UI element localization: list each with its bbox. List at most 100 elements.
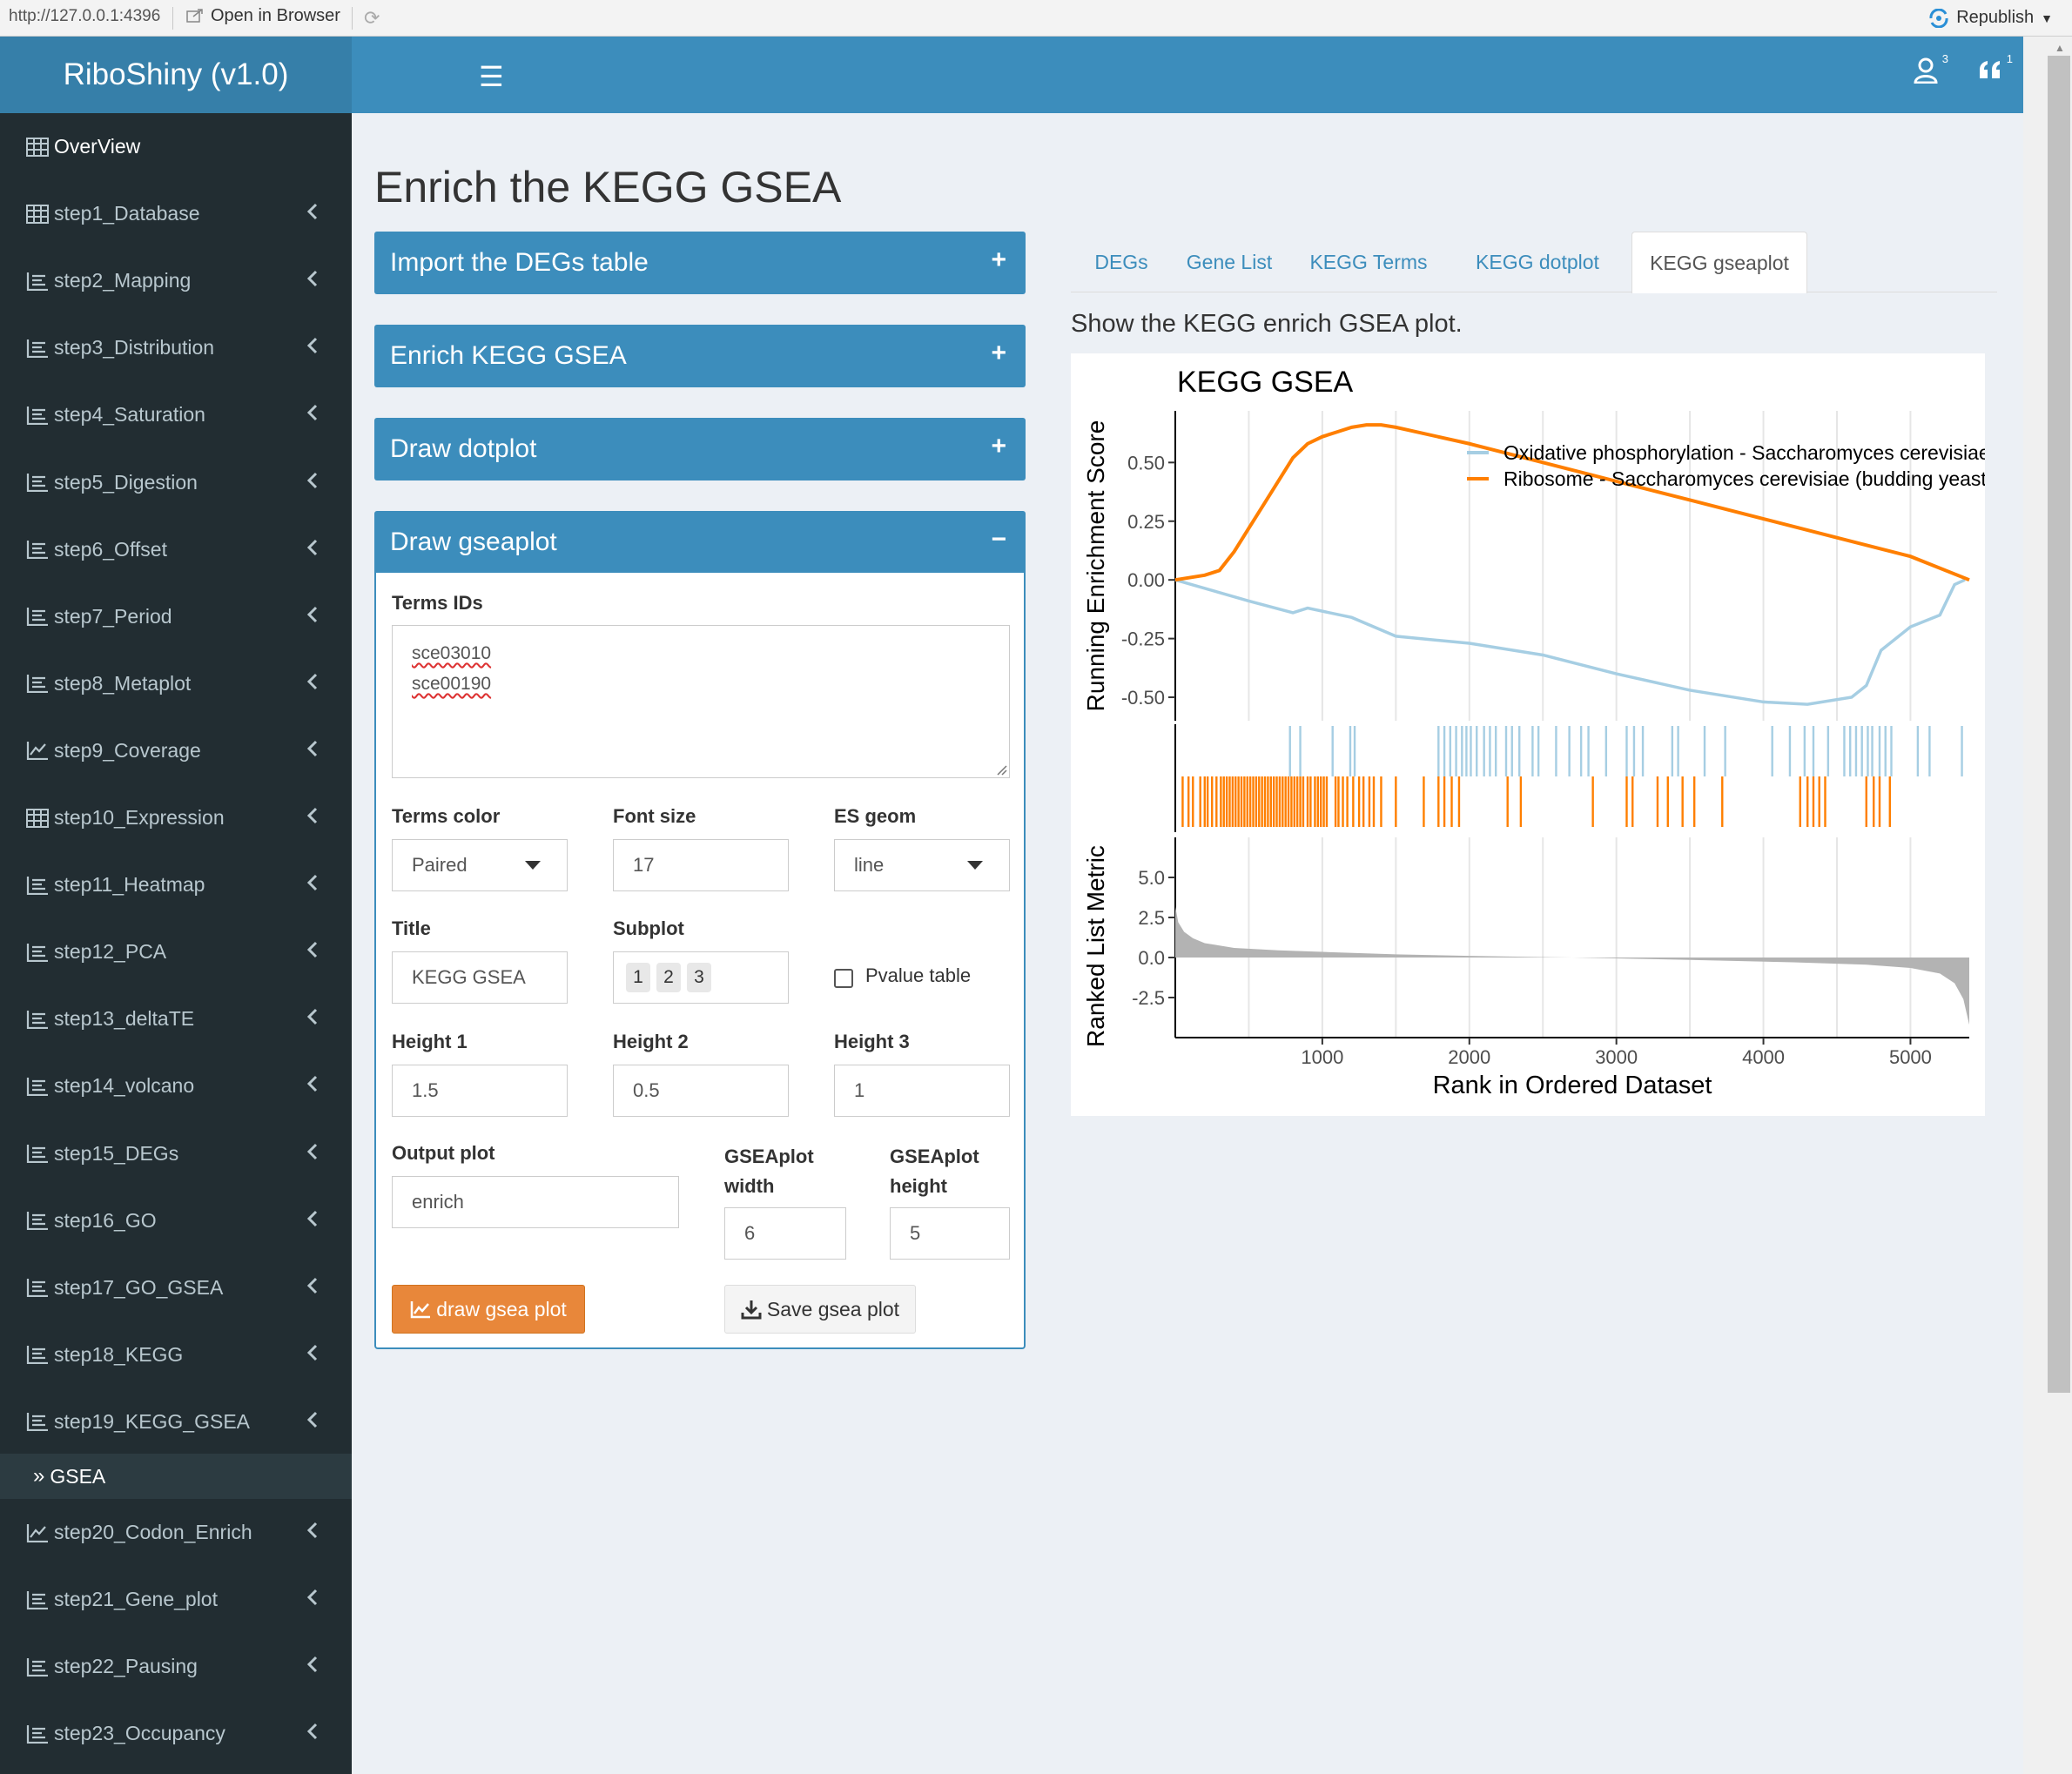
chevron-left-icon[interactable] [306,1653,319,1680]
sidebar-item-step7-period[interactable]: step7_Period [0,583,352,650]
sidebar-item-step1-database[interactable]: step1_Database [0,180,352,247]
refresh-icon[interactable]: ⟳ [364,7,380,30]
user-menu[interactable]: 3 [1914,52,1948,91]
open-in-browser-label: Open in Browser [211,6,340,25]
chevron-left-icon[interactable] [306,871,319,898]
input-value: enrich [412,1191,464,1213]
sidebar-item-step17-go-gsea[interactable]: step17_GO_GSEA [0,1254,352,1321]
draw-gsea-plot-button[interactable]: draw gsea plot [392,1285,585,1334]
chevron-left-icon[interactable] [306,737,319,764]
button-label: Save gsea plot [766,1297,900,1320]
sidebar-item-step6-offset[interactable]: step6_Offset [0,516,352,583]
height1-input[interactable]: 1.5 [392,1065,568,1117]
chevron-left-icon[interactable] [306,938,319,965]
height2-input[interactable]: 0.5 [613,1065,789,1117]
sidebar-item-step4-saturation[interactable]: step4_Saturation [0,381,352,448]
chevron-left-icon[interactable] [306,536,319,563]
expand-icon[interactable]: + [991,339,1006,368]
sidebar-item-step3-distribution[interactable]: step3_Distribution [0,314,352,381]
sidebar-item-step20-codon-enrich[interactable]: step20_Codon_Enrich [0,1499,352,1566]
resize-handle-icon[interactable] [995,763,1007,776]
tab-bar: DEGs Gene List KEGG Terms KEGG dotplot K… [1071,232,1997,293]
double-chevron-right-icon: » [33,1464,45,1488]
chevron-left-icon[interactable] [306,1408,319,1435]
sidebar-item-step16-go[interactable]: step16_GO [0,1187,352,1254]
sidebar-item-step18-kegg[interactable]: step18_KEGG [0,1321,352,1388]
height3-input[interactable]: 1 [834,1065,1010,1117]
chevron-left-icon[interactable] [306,1274,319,1301]
subplot-chip[interactable]: 2 [656,963,681,992]
tab-kegg-gseaplot[interactable]: KEGG gseaplot [1631,232,1807,293]
subplot-chip[interactable]: 3 [687,963,711,992]
tab-gene-list[interactable]: Gene List [1177,232,1282,292]
es-geom-select[interactable]: line [834,839,1010,891]
collapse-icon[interactable]: − [991,525,1006,554]
sidebar-item-step5-digestion[interactable]: step5_Digestion [0,449,352,516]
tab-kegg-dotplot[interactable]: KEGG dotplot [1454,232,1621,292]
quote-menu[interactable]: 1 [1978,52,2013,87]
open-in-browser-button[interactable]: Open in Browser [186,6,340,26]
subplot-chip[interactable]: 1 [626,963,650,992]
app-logo[interactable]: RiboShiny (v1.0) [0,37,352,113]
scrollbar-thumb[interactable] [2048,56,2070,1393]
chevron-left-icon[interactable] [306,200,319,227]
sidebar-item-step8-metaplot[interactable]: step8_Metaplot [0,650,352,717]
tab-kegg-terms[interactable]: KEGG Terms [1299,232,1438,292]
pvalue-table-checkbox[interactable] [834,969,853,988]
sidebar-item-step21-gene-plot[interactable]: step21_Gene_plot [0,1566,352,1633]
draw-dotplot-box-header[interactable]: Draw dotplot + [374,418,1026,480]
terms-color-select[interactable]: Paired [392,839,568,891]
chevron-left-icon[interactable] [306,1005,319,1032]
tab-degs[interactable]: DEGs [1081,232,1161,292]
sidebar-item-step11-heatmap[interactable]: step11_Heatmap [0,851,352,918]
chevron-left-icon[interactable] [306,603,319,630]
sidebar-item-step22-pausing[interactable]: step22_Pausing [0,1633,352,1700]
sidebar-item-step9-coverage[interactable]: step9_Coverage [0,717,352,784]
y-tick-label: 5.0 [1138,867,1165,889]
gseaplot-height-input[interactable]: 5 [890,1207,1010,1260]
caret-down-icon [967,861,983,870]
enrich-kegg-box-header[interactable]: Enrich KEGG GSEA + [374,325,1026,387]
output-plot-input[interactable]: enrich [392,1176,679,1228]
draw-gseaplot-box-header[interactable]: Draw gseaplot − [374,511,1026,574]
expand-icon[interactable]: + [991,245,1006,275]
chevron-left-icon[interactable] [306,670,319,697]
sidebar-item-overview[interactable]: OverView [0,113,352,180]
subplot-multiselect[interactable]: 1 2 3 [613,951,789,1004]
chevron-left-icon[interactable] [306,401,319,428]
chevron-left-icon[interactable] [306,1519,319,1546]
chevron-left-icon[interactable] [306,1140,319,1167]
chevron-left-icon[interactable] [306,334,319,361]
chevron-left-icon[interactable] [306,1341,319,1368]
terms-ids-textarea[interactable]: sce03010 sce00190 [392,625,1010,778]
chevron-left-icon[interactable] [306,267,319,294]
font-size-input[interactable]: 17 [613,839,789,891]
page-scrollbar[interactable]: ▲ [2023,37,2072,1774]
sidebar-item-step23-occupancy[interactable]: step23_Occupancy [0,1700,352,1767]
scroll-up-icon[interactable]: ▲ [2055,42,2065,54]
sidebar-item-step14-volcano[interactable]: step14_volcano [0,1052,352,1119]
sidebar-subitem-gsea[interactable]: » GSEA [0,1454,352,1499]
chevron-down-icon[interactable]: ▼ [2041,11,2053,25]
sidebar-item-step15-degs[interactable]: step15_DEGs [0,1120,352,1187]
sidebar-item-step10-expression[interactable]: step10_Expression [0,784,352,851]
sidebar-item-label: step12_PCA [54,940,167,964]
sidebar-toggle-icon[interactable]: ☰ [479,60,504,93]
chevron-left-icon[interactable] [306,1072,319,1099]
browser-url[interactable]: http://127.0.0.1:4396 [9,7,160,26]
chevron-left-icon[interactable] [306,1207,319,1234]
gseaplot-width-input[interactable]: 6 [724,1207,846,1260]
republish-button[interactable]: Republish ▼ [1928,8,2053,28]
import-degs-box-header[interactable]: Import the DEGs table + [374,232,1026,294]
sidebar-item-step12-pca[interactable]: step12_PCA [0,918,352,985]
title-input[interactable]: KEGG GSEA [392,951,568,1004]
sidebar-item-step13-deltate[interactable]: step13_deltaTE [0,985,352,1052]
chevron-left-icon[interactable] [306,1720,319,1747]
expand-icon[interactable]: + [991,432,1006,461]
sidebar-item-step19-kegg-gsea[interactable]: step19_KEGG_GSEA [0,1388,352,1455]
chevron-left-icon[interactable] [306,469,319,496]
chevron-left-icon[interactable] [306,1586,319,1613]
sidebar-item-step2-mapping[interactable]: step2_Mapping [0,247,352,314]
save-gsea-plot-button[interactable]: Save gsea plot [724,1285,916,1334]
chevron-left-icon[interactable] [306,804,319,831]
